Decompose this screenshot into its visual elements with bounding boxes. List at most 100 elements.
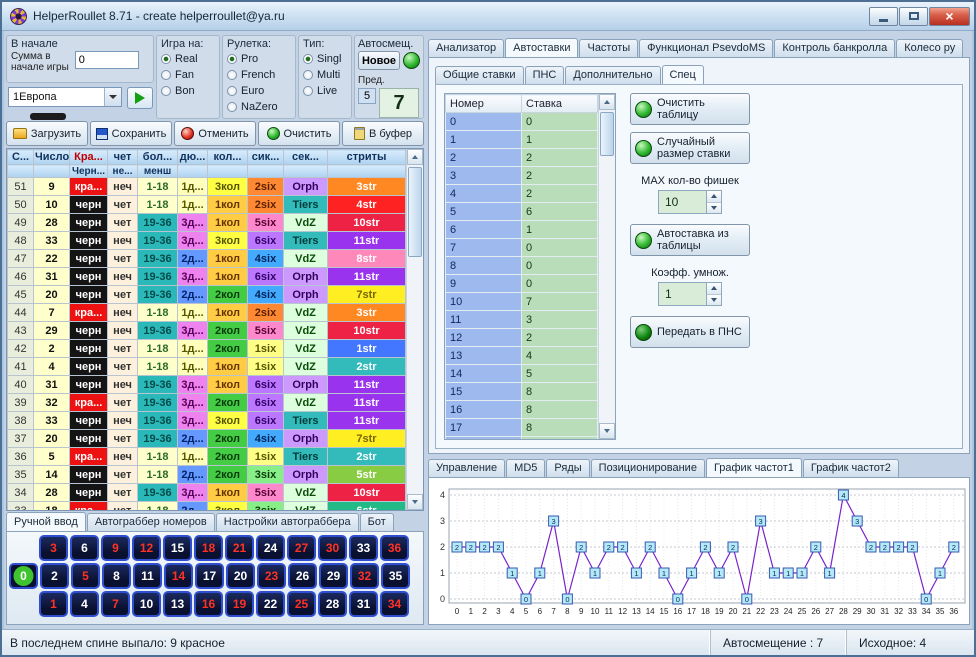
- number-button-17[interactable]: 17: [195, 563, 224, 589]
- bet-row[interactable]: 107: [446, 293, 598, 311]
- bets-tab-3[interactable]: Спец: [662, 65, 704, 84]
- titlebar[interactable]: HelperRoullet 8.71 - create helperroulle…: [2, 2, 974, 31]
- clear-table-button[interactable]: Очистить таблицу: [630, 93, 750, 125]
- main-tab-2[interactable]: Частоты: [579, 39, 638, 57]
- send-to-pns-button[interactable]: Передать в ПНС: [630, 316, 750, 348]
- spin-row[interactable]: 3318кра...чет1-182д...3кол3sixVdZ6str: [8, 502, 406, 512]
- spin-up-button[interactable]: [707, 191, 721, 202]
- number-button-27[interactable]: 27: [287, 535, 316, 561]
- spin-row[interactable]: 5010чернчет1-181д...1кол2sixTiers4str: [8, 196, 406, 214]
- number-button-8[interactable]: 8: [102, 563, 131, 589]
- bet-row[interactable]: 11: [446, 131, 598, 149]
- radio-singl[interactable]: Singl: [303, 51, 347, 67]
- number-button-31[interactable]: 31: [349, 591, 378, 617]
- radio-live[interactable]: Live: [303, 83, 347, 99]
- spin-row[interactable]: 422чернчет1-181д...2кол1sixVdZ1str: [8, 340, 406, 358]
- radio-real[interactable]: Real: [161, 51, 215, 67]
- number-button-6[interactable]: 6: [70, 535, 99, 561]
- spin-row[interactable]: 4329черннеч19-363д...2кол5sixVdZ10str: [8, 322, 406, 340]
- bet-row[interactable]: 56: [446, 203, 598, 221]
- bet-row[interactable]: 61: [446, 221, 598, 239]
- spin-row[interactable]: 3428чернчет19-363д...1кол5sixVdZ10str: [8, 484, 406, 502]
- number-button-16[interactable]: 16: [194, 591, 223, 617]
- coef-spinner[interactable]: 1: [658, 282, 722, 306]
- scroll-track[interactable]: [599, 110, 615, 423]
- spin-row[interactable]: 3932кра...чет19-363д...2кол6sixVdZ11str: [8, 394, 406, 412]
- number-button-0[interactable]: 0: [9, 563, 38, 589]
- bet-row[interactable]: 134: [446, 347, 598, 365]
- main-tab-4[interactable]: Контроль банкролла: [774, 39, 895, 57]
- bet-row[interactable]: 22: [446, 149, 598, 167]
- spin-down-button[interactable]: [707, 202, 721, 214]
- random-bet-size-button[interactable]: Случайный размер ставки: [630, 132, 750, 164]
- new-autoshift-button[interactable]: Новое: [358, 51, 400, 70]
- chart-tab-2[interactable]: Ряды: [546, 459, 589, 477]
- spin-row[interactable]: 4833черннеч19-363д...3кол6sixTiers11str: [8, 232, 406, 250]
- spin-row[interactable]: 447кра...неч1-181д...1кол2sixVdZ3str: [8, 304, 406, 322]
- bet-row[interactable]: 80: [446, 257, 598, 275]
- radio-pro[interactable]: Pro: [227, 51, 291, 67]
- bet-row[interactable]: 168: [446, 401, 598, 419]
- number-button-33[interactable]: 33: [349, 535, 378, 561]
- chart-tab-5[interactable]: График частот2: [803, 459, 899, 477]
- number-button-22[interactable]: 22: [256, 591, 285, 617]
- input-tab-3[interactable]: Бот: [360, 513, 394, 531]
- chart-tab-4[interactable]: График частот1: [706, 458, 802, 477]
- number-button-30[interactable]: 30: [318, 535, 347, 561]
- start-sum-input[interactable]: [75, 51, 139, 69]
- radio-nazero[interactable]: NaZero: [227, 99, 291, 115]
- main-tab-5[interactable]: Колесо ру: [896, 39, 963, 57]
- number-button-13[interactable]: 13: [163, 591, 192, 617]
- bet-row[interactable]: 158: [446, 383, 598, 401]
- bet-row[interactable]: 113: [446, 311, 598, 329]
- number-button-15[interactable]: 15: [163, 535, 192, 561]
- number-button-4[interactable]: 4: [70, 591, 99, 617]
- save-button[interactable]: Сохранить: [90, 121, 172, 146]
- radio-french[interactable]: French: [227, 67, 291, 83]
- autobet-from-table-button[interactable]: Автоставка из таблицы: [630, 224, 750, 256]
- spin-row[interactable]: 4722чернчет19-362д...1кол4sixVdZ8str: [8, 250, 406, 268]
- bets-scrollbar[interactable]: [598, 94, 615, 439]
- combo-dropdown-button[interactable]: [104, 88, 121, 106]
- input-tab-2[interactable]: Настройки автограббера: [216, 513, 359, 531]
- bet-row[interactable]: 90: [446, 275, 598, 293]
- spin-row[interactable]: 414чернчет1-181д...1кол1sixVdZ2str: [8, 358, 406, 376]
- input-tab-0[interactable]: Ручной ввод: [6, 512, 86, 531]
- bets-tab-1[interactable]: ПНС: [525, 66, 565, 84]
- scroll-down-button[interactable]: [407, 494, 423, 510]
- number-button-9[interactable]: 9: [101, 535, 130, 561]
- spin-up-button[interactable]: [707, 283, 721, 294]
- copy-buffer-button[interactable]: В буфер: [342, 121, 424, 146]
- spin-row[interactable]: 3833черннеч19-363д...3кол6sixTiers11str: [8, 412, 406, 430]
- bet-row[interactable]: 32: [446, 167, 598, 185]
- close-button[interactable]: ×: [929, 7, 970, 26]
- scroll-up-button[interactable]: [407, 149, 423, 165]
- number-button-24[interactable]: 24: [256, 535, 285, 561]
- bets-tab-0[interactable]: Общие ставки: [435, 66, 524, 84]
- main-tab-3[interactable]: Функционал PsevdoMS: [639, 39, 773, 57]
- radio-euro[interactable]: Euro: [227, 83, 291, 99]
- undo-button[interactable]: Отменить: [174, 121, 256, 146]
- number-button-2[interactable]: 2: [40, 563, 69, 589]
- chart-tab-1[interactable]: MD5: [506, 459, 545, 477]
- bets-tab-2[interactable]: Дополнительно: [565, 66, 660, 84]
- load-button[interactable]: Загрузить: [6, 121, 88, 146]
- spin-row[interactable]: 4520чернчет19-362д...2кол4sixOrph7str: [8, 286, 406, 304]
- bet-row[interactable]: 189: [446, 437, 598, 441]
- spin-row[interactable]: 519кра...неч1-181д...3кол2sixOrph3str: [8, 178, 406, 196]
- number-button-32[interactable]: 32: [350, 563, 379, 589]
- spin-row[interactable]: 365кра...неч1-181д...2кол1sixTiers2str: [8, 448, 406, 466]
- bet-row[interactable]: 00: [446, 113, 598, 131]
- number-button-1[interactable]: 1: [39, 591, 68, 617]
- number-button-21[interactable]: 21: [225, 535, 254, 561]
- bet-row[interactable]: 42: [446, 185, 598, 203]
- input-tab-1[interactable]: Автограббер номеров: [87, 513, 215, 531]
- spin-row[interactable]: 3720чернчет19-362д...2кол4sixOrph7str: [8, 430, 406, 448]
- radio-multi[interactable]: Multi: [303, 67, 347, 83]
- scroll-down-button[interactable]: [599, 423, 615, 439]
- start-button[interactable]: [127, 87, 153, 109]
- spin-row[interactable]: 4928чернчет19-363д...1кол5sixVdZ10str: [8, 214, 406, 232]
- main-tab-0[interactable]: Анализатор: [428, 39, 504, 57]
- number-button-7[interactable]: 7: [101, 591, 130, 617]
- bet-row[interactable]: 145: [446, 365, 598, 383]
